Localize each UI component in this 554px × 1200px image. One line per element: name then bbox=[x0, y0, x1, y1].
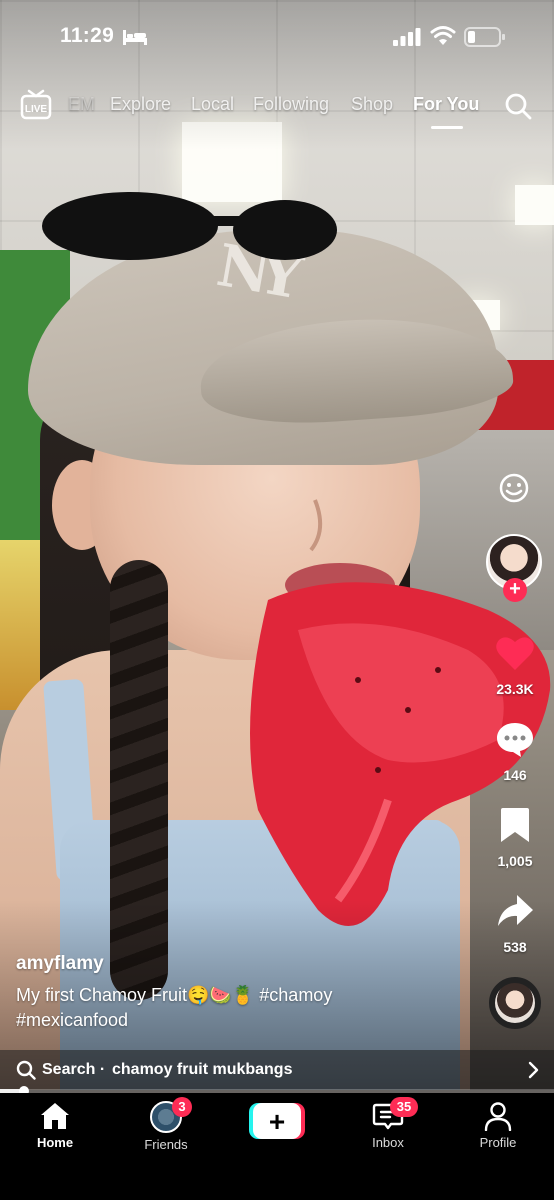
search-icon bbox=[16, 1060, 36, 1080]
search-icon[interactable] bbox=[504, 92, 532, 120]
live-label: LIVE bbox=[25, 104, 48, 115]
search-suggestion-bar[interactable]: Search · chamoy fruit mukbangs bbox=[0, 1050, 554, 1090]
chevron-right-icon bbox=[528, 1061, 539, 1079]
inbox-badge: 35 bbox=[390, 1097, 418, 1117]
comment-count: 146 bbox=[503, 767, 527, 783]
tab-home-label: Home bbox=[36, 1135, 74, 1150]
bookmark-button[interactable]: 1,005 bbox=[480, 806, 550, 869]
search-suggestion-prefix: Search · bbox=[42, 1061, 106, 1078]
tab-local[interactable]: Local bbox=[191, 94, 234, 115]
caption-text: My first Chamoy Fruit🤤🍉🍍 #chamoy #mexica… bbox=[16, 983, 456, 1033]
share-count: 538 bbox=[503, 939, 527, 955]
tab-friends[interactable]: Friends 3 bbox=[116, 1097, 216, 1152]
search-suggestion-query: chamoy fruit mukbangs bbox=[112, 1061, 293, 1078]
share-button[interactable]: 538 bbox=[480, 892, 550, 955]
share-arrow-icon bbox=[498, 895, 533, 926]
active-tab-indicator bbox=[431, 126, 463, 129]
tab-em[interactable]: EM bbox=[68, 94, 95, 115]
sunglasses bbox=[42, 192, 337, 260]
tab-following[interactable]: Following bbox=[253, 94, 329, 115]
create-button[interactable]: + bbox=[249, 1103, 305, 1139]
like-button[interactable]: 23.3K bbox=[480, 634, 550, 697]
ceiling-light bbox=[515, 185, 554, 225]
status-time: 11:29 bbox=[60, 24, 115, 47]
tab-profile[interactable]: Profile bbox=[448, 1101, 548, 1150]
hashtag-link[interactable]: #chamoy bbox=[259, 985, 332, 1005]
cellular-signal-icon bbox=[393, 28, 421, 46]
top-navigation: LIVE EM Explore Local Following Shop For… bbox=[0, 82, 554, 132]
tab-inbox[interactable]: Inbox 35 bbox=[338, 1097, 438, 1150]
profile-icon bbox=[484, 1102, 512, 1131]
tab-inbox-label: Inbox bbox=[372, 1135, 404, 1150]
bookmark-count: 1,005 bbox=[497, 853, 533, 869]
bed-icon bbox=[123, 30, 147, 45]
friends-badge: 3 bbox=[172, 1097, 192, 1117]
tab-profile-label: Profile bbox=[479, 1135, 517, 1150]
tab-for-you[interactable]: For You bbox=[413, 94, 479, 115]
music-disc[interactable] bbox=[489, 977, 541, 1029]
tab-friends-label: Friends bbox=[144, 1137, 188, 1152]
tab-home[interactable]: Home bbox=[5, 1101, 105, 1150]
tab-shop[interactable]: Shop bbox=[351, 94, 393, 115]
video-caption: amyflamy My first Chamoy Fruit🤤🍉🍍 #chamo… bbox=[16, 953, 456, 1033]
username[interactable]: amyflamy bbox=[16, 953, 456, 975]
caption-body: My first Chamoy Fruit🤤🍉🍍 bbox=[16, 985, 255, 1005]
create-plus-icon: + bbox=[269, 1106, 285, 1137]
wifi-icon bbox=[430, 26, 456, 45]
bookmark-icon bbox=[501, 808, 529, 842]
heart-icon bbox=[496, 637, 534, 670]
battery-low-icon bbox=[464, 27, 505, 47]
tab-explore[interactable]: Explore bbox=[110, 94, 171, 115]
comment-icon bbox=[497, 723, 533, 757]
bottom-tab-bar: Home Friends 3 + Inbox 35 Profile bbox=[0, 1093, 554, 1200]
smiley-effect-icon[interactable] bbox=[498, 472, 530, 504]
like-count: 23.3K bbox=[496, 681, 534, 697]
status-bar: 11:29 bbox=[0, 18, 554, 58]
hashtag-link[interactable]: #mexicanfood bbox=[16, 1010, 128, 1030]
comment-button[interactable]: 146 bbox=[480, 720, 550, 783]
home-icon bbox=[41, 1103, 69, 1129]
live-icon[interactable]: LIVE bbox=[20, 88, 52, 120]
follow-button[interactable]: + bbox=[503, 578, 527, 602]
